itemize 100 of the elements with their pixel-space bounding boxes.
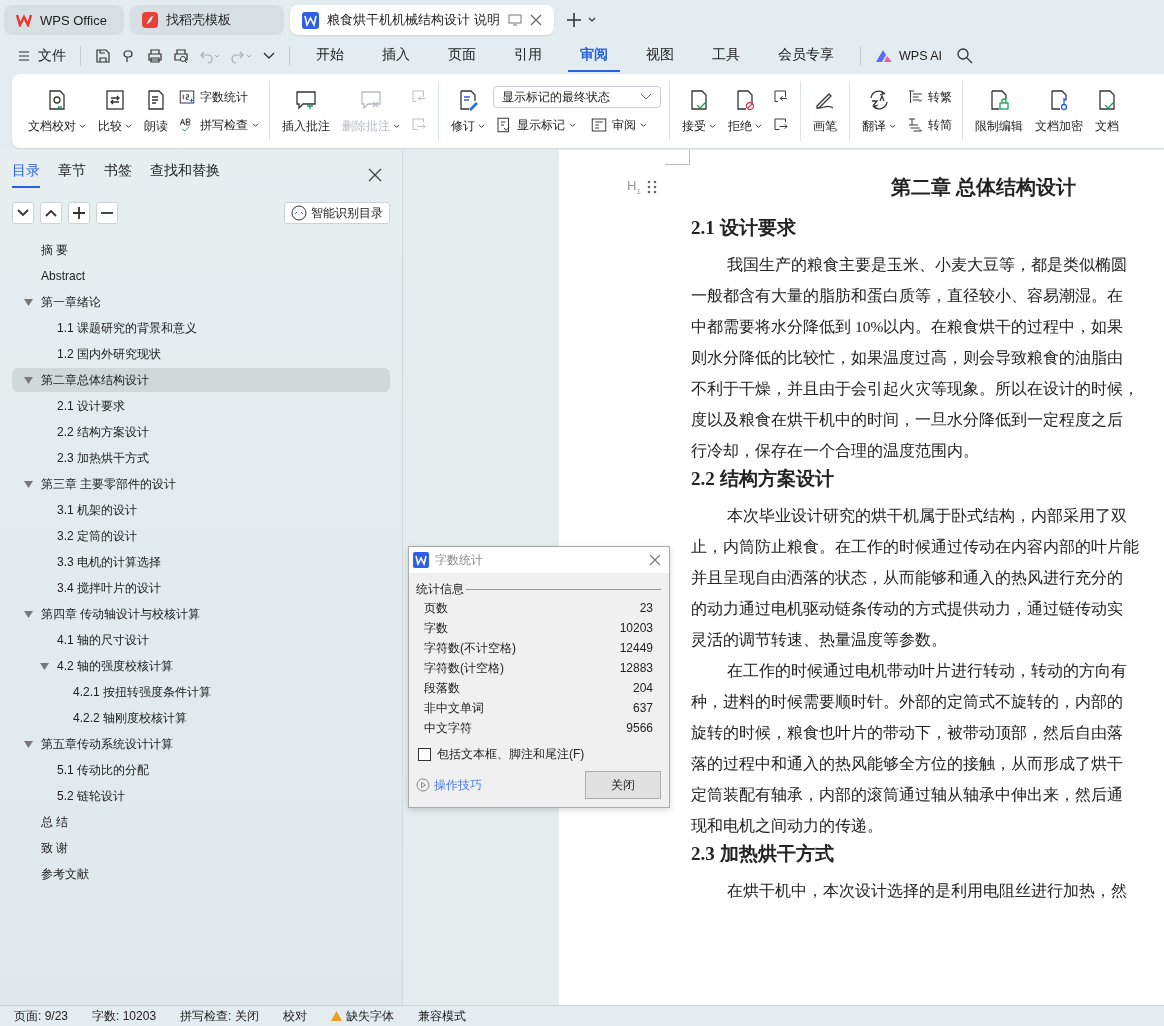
ribbon-button[interactable]: 比较 <box>94 83 136 139</box>
status-item[interactable]: 兼容模式 <box>417 1007 466 1025</box>
ribbon-button[interactable]: 拼写检查 <box>176 114 261 136</box>
ribbon-button[interactable]: 限制编辑 <box>971 83 1027 139</box>
text-line: 并且呈现自由洒落的状态，从而能够和通入的热风进行充分的 <box>691 568 1124 588</box>
toc-item[interactable]: 1.2 国内外研究现状 <box>12 342 390 366</box>
pane-tab[interactable]: 目录 <box>12 162 40 188</box>
ribbon-tab[interactable]: 引用 <box>502 40 554 72</box>
pane-tab[interactable]: 书签 <box>104 162 132 188</box>
toc-item[interactable]: 第一章绪论 <box>12 290 390 314</box>
pane-tab[interactable]: 查找和替换 <box>150 162 220 188</box>
status-item[interactable]: 校对 <box>282 1007 307 1025</box>
page-corner-mark <box>665 150 690 165</box>
markup-mode-dropdown[interactable]: 显示标记的最终状态 <box>493 86 661 108</box>
triangle-down-icon[interactable] <box>24 610 33 618</box>
smart-toc-button[interactable]: 智能识别目录 <box>284 202 390 224</box>
expand-button[interactable] <box>12 202 34 224</box>
dialog-title: 字数统计 <box>435 551 483 569</box>
toc-item[interactable]: 3.4 搅拌叶片的设计 <box>12 576 390 600</box>
toc-item[interactable]: 2.3 加热烘干方式 <box>12 446 390 470</box>
ribbon-button[interactable]: 朗读 <box>140 83 172 139</box>
toc-item[interactable]: 1.1 课题研究的背景和意义 <box>12 316 390 340</box>
triangle-down-icon[interactable] <box>24 480 33 488</box>
toc-item[interactable]: 参考文献 <box>12 862 390 886</box>
text-line: 不利于干燥，并且由于会引起火灾等现象。所以在设计的时候， <box>691 379 1140 399</box>
ribbon-button[interactable]: 文档 <box>1091 83 1123 139</box>
stat-label: 页数 <box>424 599 448 617</box>
drag-handle-icon[interactable] <box>646 179 657 194</box>
status-item[interactable]: 字数: 10203 <box>92 1007 157 1025</box>
count-icon <box>178 88 196 106</box>
toc-item[interactable]: 2.1 设计要求 <box>12 394 390 418</box>
toc-item[interactable]: 5.1 传动比的分配 <box>12 758 390 782</box>
ribbon-button[interactable]: 文档校对 <box>24 83 90 139</box>
include-checkbox[interactable]: 包括文本框、脚注和尾注(F) <box>418 746 661 763</box>
ribbon-button[interactable]: 转简 <box>904 114 954 136</box>
toc-item[interactable]: 第五章传动系统设计计算 <box>12 732 390 756</box>
file-menu-button[interactable]: 文件 <box>18 47 66 65</box>
ribbon-tab[interactable]: 插入 <box>370 40 422 72</box>
toc-item[interactable]: 4.1 轴的尺寸设计 <box>12 628 390 652</box>
triangle-down-icon[interactable] <box>40 662 49 670</box>
document-tab[interactable]: 粮食烘干机机械结构设计 说明 <box>290 5 554 35</box>
toc-item[interactable]: 第四章 传动轴设计与校核计算 <box>12 602 390 626</box>
ribbon-button[interactable]: 审阅 <box>588 114 649 136</box>
close-button[interactable]: 关闭 <box>585 771 661 799</box>
close-icon[interactable] <box>368 168 382 182</box>
print-preview-icon[interactable] <box>173 48 189 64</box>
toc-item[interactable]: Abstract <box>12 264 390 288</box>
toc-item[interactable]: 3.3 电机的计算选择 <box>12 550 390 574</box>
ribbon-tab[interactable]: 开始 <box>304 40 356 72</box>
text-line: 在工作的时候通过电机带动叶片进行转动，转动的方向有 <box>726 661 1128 681</box>
ribbon-tab[interactable]: 工具 <box>700 40 752 72</box>
toc-item[interactable]: 第三章 主要零部件的设计 <box>12 472 390 496</box>
toc-item[interactable]: 4.2.1 按扭转强度条件计算 <box>12 680 390 704</box>
save-icon[interactable] <box>95 48 111 64</box>
document-tab[interactable]: 找稻壳模板 <box>130 5 284 35</box>
ribbon-button[interactable]: 修订 <box>447 83 489 139</box>
status-item[interactable]: 拼写检查: 关闭 <box>180 1007 259 1025</box>
new-tab-icon[interactable] <box>565 12 596 28</box>
ribbon-tab[interactable]: 会员专享 <box>766 40 846 72</box>
ribbon-tab[interactable]: 视图 <box>634 40 686 72</box>
toc-item[interactable]: 4.2 轴的强度校核计算 <box>12 654 390 678</box>
add-button[interactable] <box>68 202 90 224</box>
tips-link[interactable]: 操作技巧 <box>416 776 482 794</box>
toc-item[interactable]: 第二章总体结构设计 <box>12 368 390 392</box>
document-tab[interactable]: WPS Office <box>4 5 124 35</box>
chevron-down-icon[interactable] <box>263 52 275 60</box>
toc-item[interactable]: 2.2 结构方案设计 <box>12 420 390 444</box>
toc-item[interactable]: 总 结 <box>12 810 390 834</box>
triangle-down-icon[interactable] <box>24 298 33 306</box>
toc-item[interactable]: 3.2 定筒的设计 <box>12 524 390 548</box>
search-icon[interactable] <box>956 47 975 65</box>
ribbon-button[interactable]: 文档加密 <box>1031 83 1087 139</box>
close-icon[interactable] <box>529 14 542 26</box>
missing-font-status[interactable]: 缺失字体 <box>330 1007 394 1025</box>
toc-item[interactable]: 4.2.2 轴刚度校核计算 <box>12 706 390 730</box>
ribbon-tab[interactable]: 页面 <box>436 40 488 72</box>
text-line: 现和电机之间动力的传递。 <box>691 816 884 836</box>
toc-item[interactable]: 摘 要 <box>12 238 390 262</box>
ribbon-button[interactable]: 接受 <box>678 83 720 139</box>
ribbon-button[interactable]: 插入批注 <box>278 83 334 139</box>
remove-button[interactable] <box>96 202 118 224</box>
toc-item[interactable]: 致 谢 <box>12 836 390 860</box>
ai-button[interactable]: WPS AI <box>875 49 943 63</box>
triangle-down-icon[interactable] <box>24 740 33 748</box>
close-icon[interactable] <box>649 554 661 566</box>
ribbon-tab[interactable]: 审阅 <box>568 40 620 72</box>
ribbon-button[interactable]: 显示标记 <box>493 114 578 136</box>
triangle-down-icon[interactable] <box>24 376 33 384</box>
ribbon-button[interactable]: 拒绝 <box>724 83 766 139</box>
ribbon-button[interactable]: 翻译 <box>858 83 900 139</box>
checkbox[interactable] <box>418 748 431 761</box>
pane-tab[interactable]: 章节 <box>58 162 86 188</box>
ribbon-button[interactable]: 画笔 <box>809 83 841 139</box>
toc-item[interactable]: 3.1 机架的设计 <box>12 498 390 522</box>
status-item[interactable]: 页面: 9/23 <box>14 1007 69 1025</box>
ribbon-button[interactable]: 转繁 <box>904 86 954 108</box>
ribbon-button[interactable]: 字数统计 <box>176 86 261 108</box>
print-icon[interactable] <box>147 48 163 64</box>
toc-item[interactable]: 5.2 链轮设计 <box>12 784 390 808</box>
collapse-button[interactable] <box>40 202 62 224</box>
